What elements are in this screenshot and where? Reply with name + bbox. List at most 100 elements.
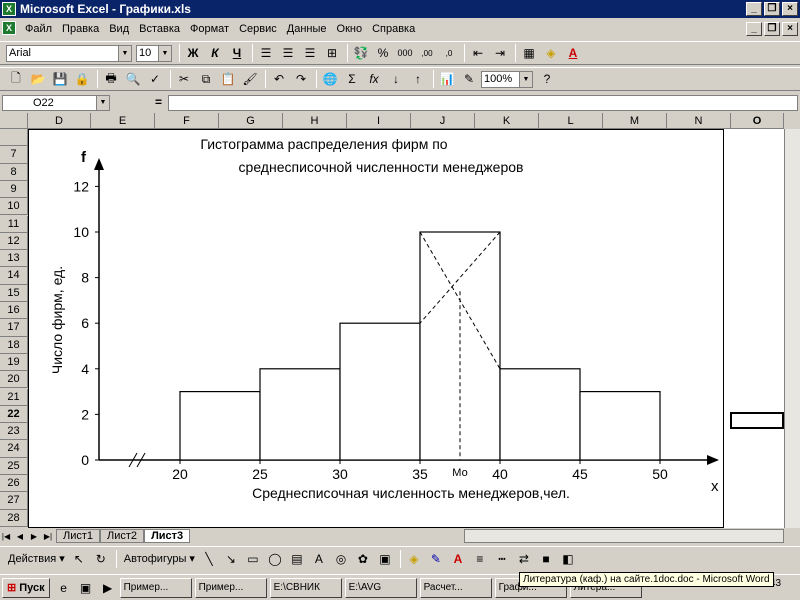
row-header-26[interactable]: 26 xyxy=(0,475,28,493)
decrease-indent-icon[interactable]: ⇤ xyxy=(468,43,488,63)
column-header-n[interactable]: N xyxy=(667,113,731,129)
copy-icon[interactable]: ⧉ xyxy=(196,69,216,89)
first-sheet-icon[interactable]: |◀ xyxy=(0,526,12,546)
autosum-button[interactable]: Σ xyxy=(342,69,362,89)
sort-descending-icon[interactable]: ↑ xyxy=(408,69,428,89)
taskbar-item-3[interactable]: E:\AVG xyxy=(344,577,417,598)
row-header-9[interactable]: 9 xyxy=(0,180,28,199)
insert-function-button[interactable]: fx xyxy=(364,69,384,89)
row-header-partial[interactable] xyxy=(0,129,28,147)
taskbar-item-4[interactable]: Расчет... xyxy=(419,577,492,598)
row-header-19[interactable]: 19 xyxy=(0,353,28,372)
row-header-25[interactable]: 25 xyxy=(0,457,28,475)
spelling-icon[interactable]: ✓ xyxy=(145,69,165,89)
rectangle-icon[interactable]: ▭ xyxy=(243,549,263,569)
increase-indent-icon[interactable]: ⇥ xyxy=(490,43,510,63)
doc-close-button[interactable]: × xyxy=(782,22,798,36)
column-header-e[interactable]: E xyxy=(91,113,155,129)
open-icon[interactable]: 📂 xyxy=(28,69,48,89)
desktop-quicklaunch-icon[interactable]: ▣ xyxy=(76,578,96,598)
hyperlink-icon[interactable]: 🌐 xyxy=(320,69,340,89)
print-icon[interactable]: 🖶 xyxy=(101,69,121,89)
permission-icon[interactable]: 🔒 xyxy=(72,69,92,89)
column-header-d[interactable]: D xyxy=(28,113,91,129)
horizontal-scrollbar[interactable] xyxy=(464,529,785,543)
menu-item-3[interactable]: Вставка xyxy=(134,23,185,35)
diagram-icon[interactable]: ◎ xyxy=(331,549,351,569)
taskbar-item-0[interactable]: Пример... xyxy=(119,577,192,598)
menu-item-6[interactable]: Данные xyxy=(282,23,332,35)
row-header-10[interactable]: 10 xyxy=(0,198,28,216)
formula-input[interactable] xyxy=(168,95,798,111)
autoshapes-menu[interactable]: Автофигуры ▾ xyxy=(120,552,199,565)
start-button[interactable]: ⊞ Пуск xyxy=(2,577,50,598)
italic-button[interactable]: К xyxy=(205,43,225,63)
arrow-icon[interactable]: ↘ xyxy=(221,549,241,569)
row-header-28[interactable]: 28 xyxy=(0,509,28,527)
chart-area[interactable]: Гистограмма распределения фирм по средне… xyxy=(28,129,724,528)
fill-color-icon[interactable]: ◈ xyxy=(541,43,561,63)
row-header-15[interactable]: 15 xyxy=(0,284,28,302)
new-icon[interactable]: 🗋 xyxy=(6,69,26,89)
arrow-style-icon[interactable]: ⇄ xyxy=(514,549,534,569)
excel-app-icon[interactable]: X xyxy=(2,2,16,16)
name-box[interactable]: O22 xyxy=(2,95,110,111)
sort-ascending-icon[interactable]: ↓ xyxy=(386,69,406,89)
vertical-scrollbar[interactable] xyxy=(784,129,800,528)
doc-restore-button[interactable]: ❐ xyxy=(764,22,780,36)
row-header-27[interactable]: 27 xyxy=(0,492,28,510)
clipart-icon[interactable]: ✿ xyxy=(353,549,373,569)
active-cell-o22[interactable] xyxy=(730,412,784,429)
line-icon[interactable]: ╲ xyxy=(199,549,219,569)
increase-decimal-icon[interactable]: ,00 xyxy=(417,43,437,63)
picture-icon[interactable]: ▣ xyxy=(375,549,395,569)
doc-minimize-button[interactable]: _ xyxy=(746,22,762,36)
column-header-o[interactable]: O xyxy=(731,113,784,129)
cut-icon[interactable]: ✂ xyxy=(174,69,194,89)
row-header-21[interactable]: 21 xyxy=(0,388,28,406)
font-color-icon[interactable]: A xyxy=(563,43,583,63)
chart-wizard-icon[interactable]: 📊 xyxy=(437,69,457,89)
redo-icon[interactable]: ↷ xyxy=(291,69,311,89)
actions-menu[interactable]: Действия ▾ xyxy=(4,552,69,565)
menu-item-4[interactable]: Формат xyxy=(185,23,234,35)
menu-item-8[interactable]: Справка xyxy=(367,23,420,35)
sheet-tab-2[interactable]: Лист2 xyxy=(100,529,145,543)
menu-item-2[interactable]: Вид xyxy=(104,23,134,35)
ie-quicklaunch-icon[interactable]: e xyxy=(54,578,74,598)
drawing-icon[interactable]: ✎ xyxy=(459,69,479,89)
oval-icon[interactable]: ◯ xyxy=(265,549,285,569)
line-style-icon[interactable]: ≡ xyxy=(470,549,490,569)
taskbar-item-1[interactable]: Пример... xyxy=(194,577,267,598)
row-header-22[interactable]: 22 xyxy=(0,405,28,424)
3d-icon[interactable]: ◧ xyxy=(558,549,578,569)
row-header-11[interactable]: 11 xyxy=(0,215,28,233)
column-header-l[interactable]: L xyxy=(539,113,603,129)
last-sheet-icon[interactable]: ▶| xyxy=(42,526,54,546)
select-all-corner[interactable] xyxy=(0,113,28,129)
align-right-icon[interactable]: ☰ xyxy=(300,43,320,63)
column-header-k[interactable]: K xyxy=(475,113,539,129)
print-preview-icon[interactable]: 🔍 xyxy=(123,69,143,89)
zoom-select[interactable]: 100% ▼ xyxy=(481,70,533,88)
format-painter-icon[interactable]: 🖌 xyxy=(240,69,260,89)
align-left-icon[interactable]: ☰ xyxy=(256,43,276,63)
shadow-icon[interactable]: ■ xyxy=(536,549,556,569)
row-header-18[interactable]: 18 xyxy=(0,336,28,354)
percent-button[interactable]: % xyxy=(373,43,393,63)
draw-fill-color-icon[interactable]: ◈ xyxy=(404,549,424,569)
row-header-24[interactable]: 24 xyxy=(0,440,28,458)
font-select[interactable]: Arial ▼ xyxy=(6,44,132,62)
textbox-icon[interactable]: ▤ xyxy=(287,549,307,569)
borders-icon[interactable]: ▦ xyxy=(519,43,539,63)
name-box-dropdown-icon[interactable]: ▼ xyxy=(96,96,109,110)
font-size-select[interactable]: 10 ▼ xyxy=(136,44,172,62)
currency-icon[interactable]: 💱 xyxy=(351,43,371,63)
sheet-tab-1[interactable]: Лист1 xyxy=(56,529,101,543)
restore-button[interactable]: ❐ xyxy=(764,2,780,16)
row-header-17[interactable]: 17 xyxy=(0,319,28,337)
row-header-20[interactable]: 20 xyxy=(0,371,28,389)
help-icon[interactable]: ? xyxy=(537,69,557,89)
row-header-8[interactable]: 8 xyxy=(0,163,28,181)
prev-sheet-icon[interactable]: ◀ xyxy=(14,526,26,546)
